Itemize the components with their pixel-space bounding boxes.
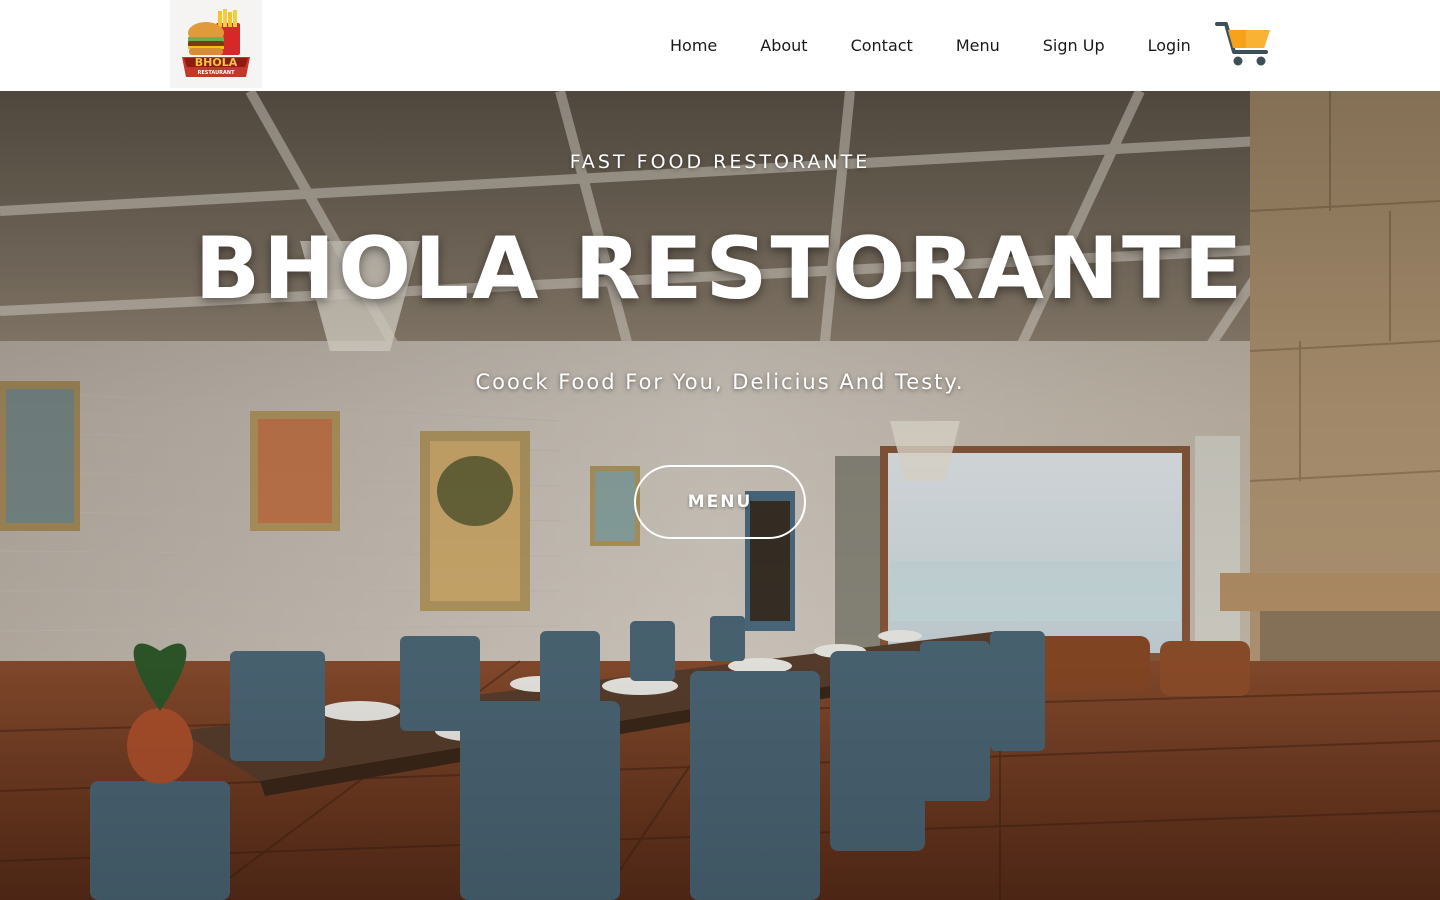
logo-brand-text: BHOLA: [195, 56, 238, 69]
hero-section: FAST FOOD RESTORANTE BHOLA RESTORANTE Co…: [0, 91, 1440, 900]
nav-login[interactable]: Login: [1148, 36, 1191, 55]
logo-sub-text: RESTAURANT: [198, 70, 236, 76]
main-nav: Home About Contact Menu Sign Up Login: [670, 0, 1191, 91]
cart-button[interactable]: [1214, 18, 1272, 70]
site-logo[interactable]: BHOLA RESTAURANT: [170, 0, 262, 88]
nav-menu[interactable]: Menu: [956, 36, 1000, 55]
nav-about[interactable]: About: [760, 36, 807, 55]
menu-button[interactable]: MENU: [634, 465, 806, 539]
hero-subtitle: FAST FOOD RESTORANTE: [569, 151, 871, 173]
nav-contact[interactable]: Contact: [851, 36, 913, 55]
nav-home[interactable]: Home: [670, 36, 717, 55]
hero-title: BHOLA RESTORANTE: [194, 219, 1246, 319]
site-header: BHOLA RESTAURANT Home About Contact Menu…: [0, 0, 1440, 91]
burger-fries-logo-icon: BHOLA RESTAURANT: [182, 9, 250, 77]
shopping-cart-icon: [1215, 22, 1270, 66]
nav-sign-up[interactable]: Sign Up: [1043, 36, 1105, 55]
hero-tagline: Coock Food For You, Delicius And Testy.: [475, 370, 965, 394]
